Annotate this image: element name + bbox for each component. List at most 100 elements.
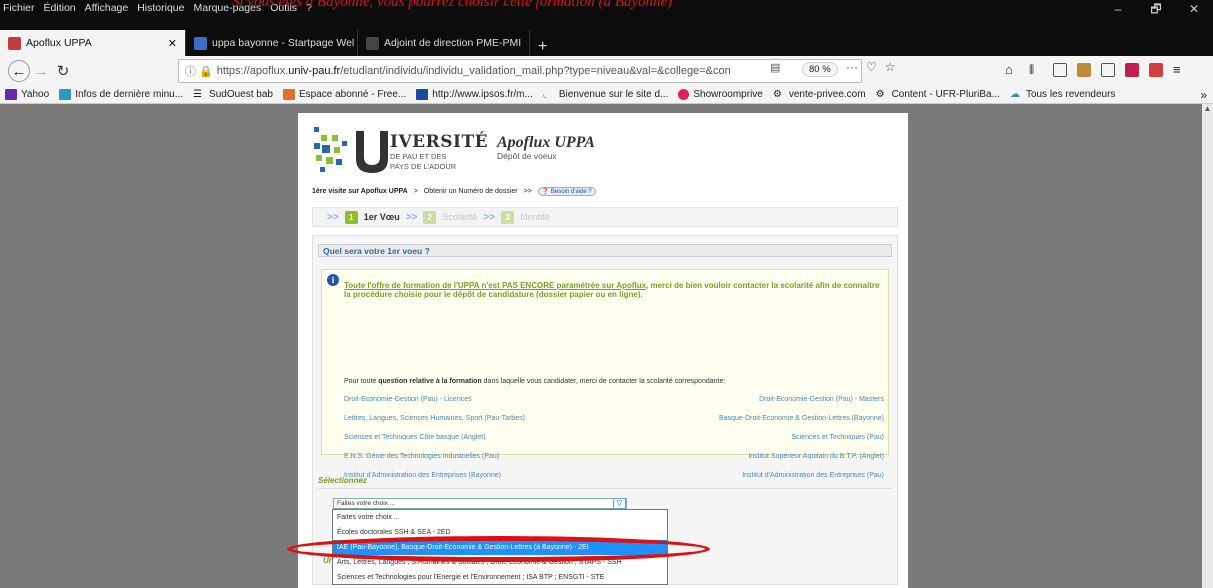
breadcrumb-separator: > — [413, 188, 418, 195]
bookmark-star-icon[interactable]: ☆ — [885, 60, 896, 74]
notice-link[interactable]: Toute l'offre de formation de l'UPPA n'e… — [344, 281, 646, 290]
step-1-label: 1er Vœu — [363, 212, 400, 222]
new-tab-button[interactable]: + — [530, 38, 555, 56]
minimize-button[interactable]: – — [1099, 0, 1137, 18]
chevron-icon: >> — [327, 211, 339, 223]
contact-link[interactable]: Sciences et Techniques Côte basque (Angl… — [344, 434, 486, 441]
link-row: Sciences et Techniques Côte basque (Angl… — [344, 434, 884, 453]
select-option[interactable]: Faites votre choix ... — [333, 510, 667, 525]
contact-link[interactable]: Sciences et Techniques (Pau) — [792, 434, 884, 441]
lock-icon: 🔒 — [199, 65, 213, 78]
menu-edition[interactable]: Édition — [44, 0, 76, 16]
bookmark-label: Content - UFR-PluriBa... — [891, 89, 1000, 100]
tab-apoflux[interactable]: Apoflux UPPA ✕ — [0, 30, 186, 56]
bookmark-label: http://www.ipsos.fr/m... — [432, 89, 533, 100]
question-heading: Quel sera votre 1er voeu ? — [318, 244, 892, 257]
sidebar-icon[interactable] — [1053, 63, 1067, 77]
back-arrow-icon[interactable]: ← — [8, 60, 30, 82]
bookmark-item[interactable]: Yahoo — [0, 89, 54, 100]
ipsos-icon — [416, 89, 429, 100]
contact-link[interactable]: E.N.S. Génie des Technologies Industriel… — [344, 453, 499, 460]
breadcrumb-first[interactable]: 1ère visite sur Apoflux UPPA — [312, 188, 408, 195]
page-actions-icon[interactable]: ··· — [846, 60, 858, 74]
contact-link[interactable]: Institut d'Administration des Entreprise… — [344, 472, 501, 479]
university-name-sub1: DE PAU ET DES — [390, 152, 447, 161]
step-3-number: 3 — [501, 210, 515, 224]
bookmark-item[interactable]: ☁ Tous les revendeurs — [1005, 89, 1121, 100]
link-row: Droit-Economie-Gestion (Pau) - Licences D… — [344, 396, 884, 415]
chevron-icon: >> — [483, 211, 496, 223]
help-button[interactable]: ❓ Besoin d'aide ? — [537, 187, 596, 196]
bookmark-item[interactable]: Showroomprive — [673, 89, 767, 100]
bookmark-item[interactable]: Espace abonné - Free... — [278, 89, 411, 100]
scroll-up-arrow-icon[interactable]: ▲ — [1202, 104, 1213, 113]
chevron-icon: >> — [405, 211, 418, 223]
menu-hamburger-icon[interactable]: ≡ — [1173, 63, 1187, 77]
addon-red-icon[interactable] — [1125, 63, 1139, 77]
url-path: /etudiant/individu/individu_validation_m… — [340, 65, 731, 77]
extension-icon[interactable] — [1077, 63, 1091, 77]
bookmark-label: Tous les revendeurs — [1025, 89, 1116, 100]
app-title: Apoflux UPPA — [497, 134, 595, 151]
navigation-bar: ← → ↻ ⓘ 🔒 https://apoflux. univ-pau.fr/et… — [0, 56, 1213, 86]
tab-title: Apoflux UPPA — [26, 37, 92, 49]
bookmark-item[interactable]: Infos de dernière minu... — [54, 89, 188, 100]
menu-affichage[interactable]: Affichage — [85, 0, 129, 16]
forward-arrow-icon[interactable]: → — [30, 60, 52, 82]
university-name-sub2: PAYS DE L'ADOUR — [390, 162, 457, 171]
breadcrumb: 1ère visite sur Apoflux UPPA > Obtenir u… — [312, 187, 596, 196]
contact-link[interactable]: Droit-Economie-Gestion (Pau) - Masters — [759, 396, 884, 403]
scrollbar[interactable]: ▲ — [1202, 104, 1213, 588]
progress-steps: >> 1 1er Vœu >> 2 Scolarité >> 3 Identit… — [312, 207, 898, 227]
startpage-favicon-icon — [194, 36, 207, 50]
menu-historique[interactable]: Historique — [137, 0, 184, 16]
cloud-icon: ☁ — [1009, 89, 1020, 100]
zoom-level-button[interactable]: 80 % — [802, 62, 838, 77]
site-icon: ◟ — [542, 89, 547, 100]
close-tab-icon[interactable]: ✕ — [160, 37, 177, 50]
tab-adjoint[interactable]: Adjoint de direction PME-PMI ✕ — [358, 30, 530, 56]
select-option[interactable]: Sciences et Technologies pour l'Energie … — [333, 570, 667, 585]
showroom-icon — [678, 89, 690, 100]
breadcrumb-separator: >> — [523, 188, 532, 195]
dropdown-arrow-icon[interactable]: ▽ — [613, 498, 626, 509]
bookmark-item[interactable]: ◟ Bienvenue sur le site d... — [538, 89, 674, 100]
bookmark-label: Showroomprive — [693, 89, 763, 100]
screenshot-icon[interactable] — [1101, 63, 1115, 77]
library-icon[interactable]: ⫼ — [1029, 63, 1043, 77]
step-1-number: 1 — [344, 210, 358, 224]
contact-link[interactable]: Basque-Droit-Economie & Gestion-Lettres … — [719, 415, 884, 422]
rss-icon: ☰ — [193, 89, 202, 100]
addon-flag-icon[interactable] — [1149, 63, 1163, 77]
help-label: Besoin d'aide ? — [550, 189, 592, 195]
breadcrumb-second[interactable]: Obtenir un Numéro de dossier — [424, 188, 518, 195]
contact-link[interactable]: Droit-Economie-Gestion (Pau) - Licences — [344, 396, 472, 403]
tab-startpage[interactable]: uppa bayonne - Startpage Wel ✕ — [186, 30, 358, 56]
bookmark-label: vente-privee.com — [788, 89, 866, 100]
info-icon[interactable]: ⓘ — [185, 63, 196, 79]
notice-text: Toute l'offre de formation de l'UPPA n'e… — [344, 281, 884, 299]
url-bar[interactable]: ⓘ 🔒 https://apoflux. univ-pau.fr/etudiant… — [178, 59, 862, 83]
menu-fichier[interactable]: Fichier — [3, 0, 35, 16]
url-prefix: https://apoflux. — [216, 65, 289, 77]
home-icon[interactable]: ⌂ — [1005, 63, 1019, 77]
notice-box: i Toute l'offre de formation de l'UPPA n… — [321, 269, 889, 479]
contact-bold: question relative à la formation — [378, 378, 482, 385]
close-tab-icon[interactable]: ✕ — [521, 37, 529, 50]
divider — [318, 488, 892, 489]
contact-link[interactable]: Institut d'Administration des Entreprise… — [742, 472, 884, 479]
bookmark-item[interactable]: ☰ SudOuest bab — [188, 89, 278, 100]
bookmark-item[interactable]: ⚙ Content - UFR-PluriBa... — [871, 89, 1005, 100]
reload-icon[interactable]: ↻ — [52, 60, 74, 82]
contact-link[interactable]: Lettres, Langues, Sciences Humaines, Spo… — [344, 415, 525, 422]
bookmarks-overflow-button[interactable]: » — [1200, 88, 1213, 102]
reader-view-icon[interactable]: ▤ — [770, 61, 780, 74]
close-window-button[interactable]: ✕ — [1175, 0, 1213, 18]
contact-link[interactable]: Institut Supérieur Aquitain du B.T.P. (A… — [748, 453, 884, 460]
bookmark-item[interactable]: http://www.ipsos.fr/m... — [411, 89, 538, 100]
info-icon: i — [327, 274, 339, 286]
restore-button[interactable]: 🗗 — [1137, 0, 1175, 18]
wish-select[interactable]: Faites votre choix ... ▽ — [333, 498, 627, 509]
bookmark-item[interactable]: ⚙ vente-privee.com — [768, 89, 871, 100]
pocket-icon[interactable]: ♡ — [866, 60, 877, 74]
